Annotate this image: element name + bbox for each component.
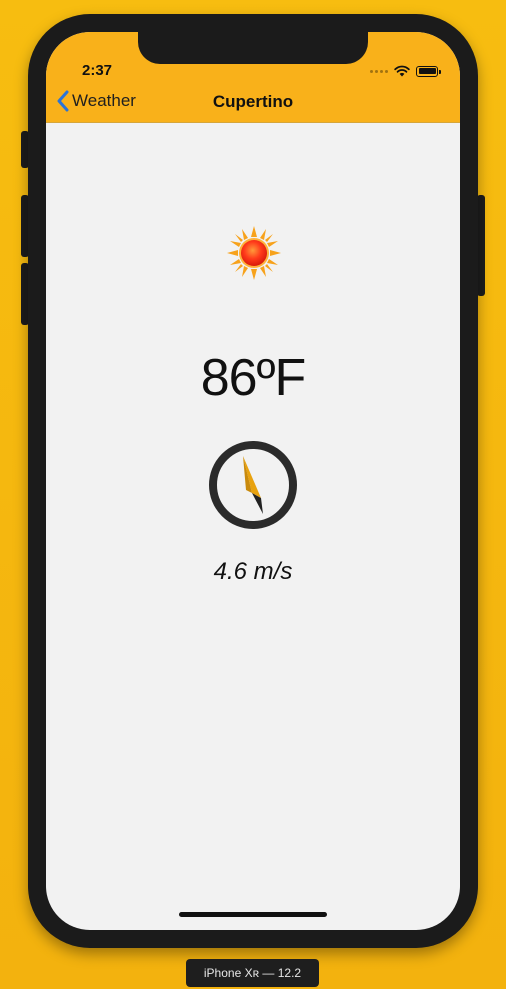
phone-frame: 2:37 Weather Cupertino 86ºF 4.6 m/s bbox=[28, 14, 478, 948]
page-title: Cupertino bbox=[212, 92, 294, 111]
phone-screen: 2:37 Weather Cupertino 86ºF 4.6 m/s bbox=[46, 32, 460, 930]
compass-icon bbox=[209, 441, 297, 529]
power-button bbox=[477, 195, 485, 296]
wind-speed-value: 4.6 m/s bbox=[213, 558, 293, 585]
status-time: 2:37 bbox=[82, 62, 113, 79]
simulator-background: 2:37 Weather Cupertino 86ºF 4.6 m/s iPho… bbox=[0, 0, 506, 989]
notch bbox=[138, 32, 368, 64]
wifi-icon bbox=[394, 65, 410, 77]
sun-icon bbox=[227, 226, 281, 280]
home-indicator[interactable] bbox=[179, 912, 327, 917]
navigation-bar: 2:37 Weather Cupertino bbox=[46, 32, 460, 123]
battery-icon bbox=[416, 65, 441, 77]
cellular-signal-icon bbox=[370, 69, 388, 73]
status-icons bbox=[370, 65, 441, 77]
temperature-value: 86ºF bbox=[200, 349, 307, 407]
device-label: iPhone Xʀ — 12.2 bbox=[186, 959, 319, 987]
